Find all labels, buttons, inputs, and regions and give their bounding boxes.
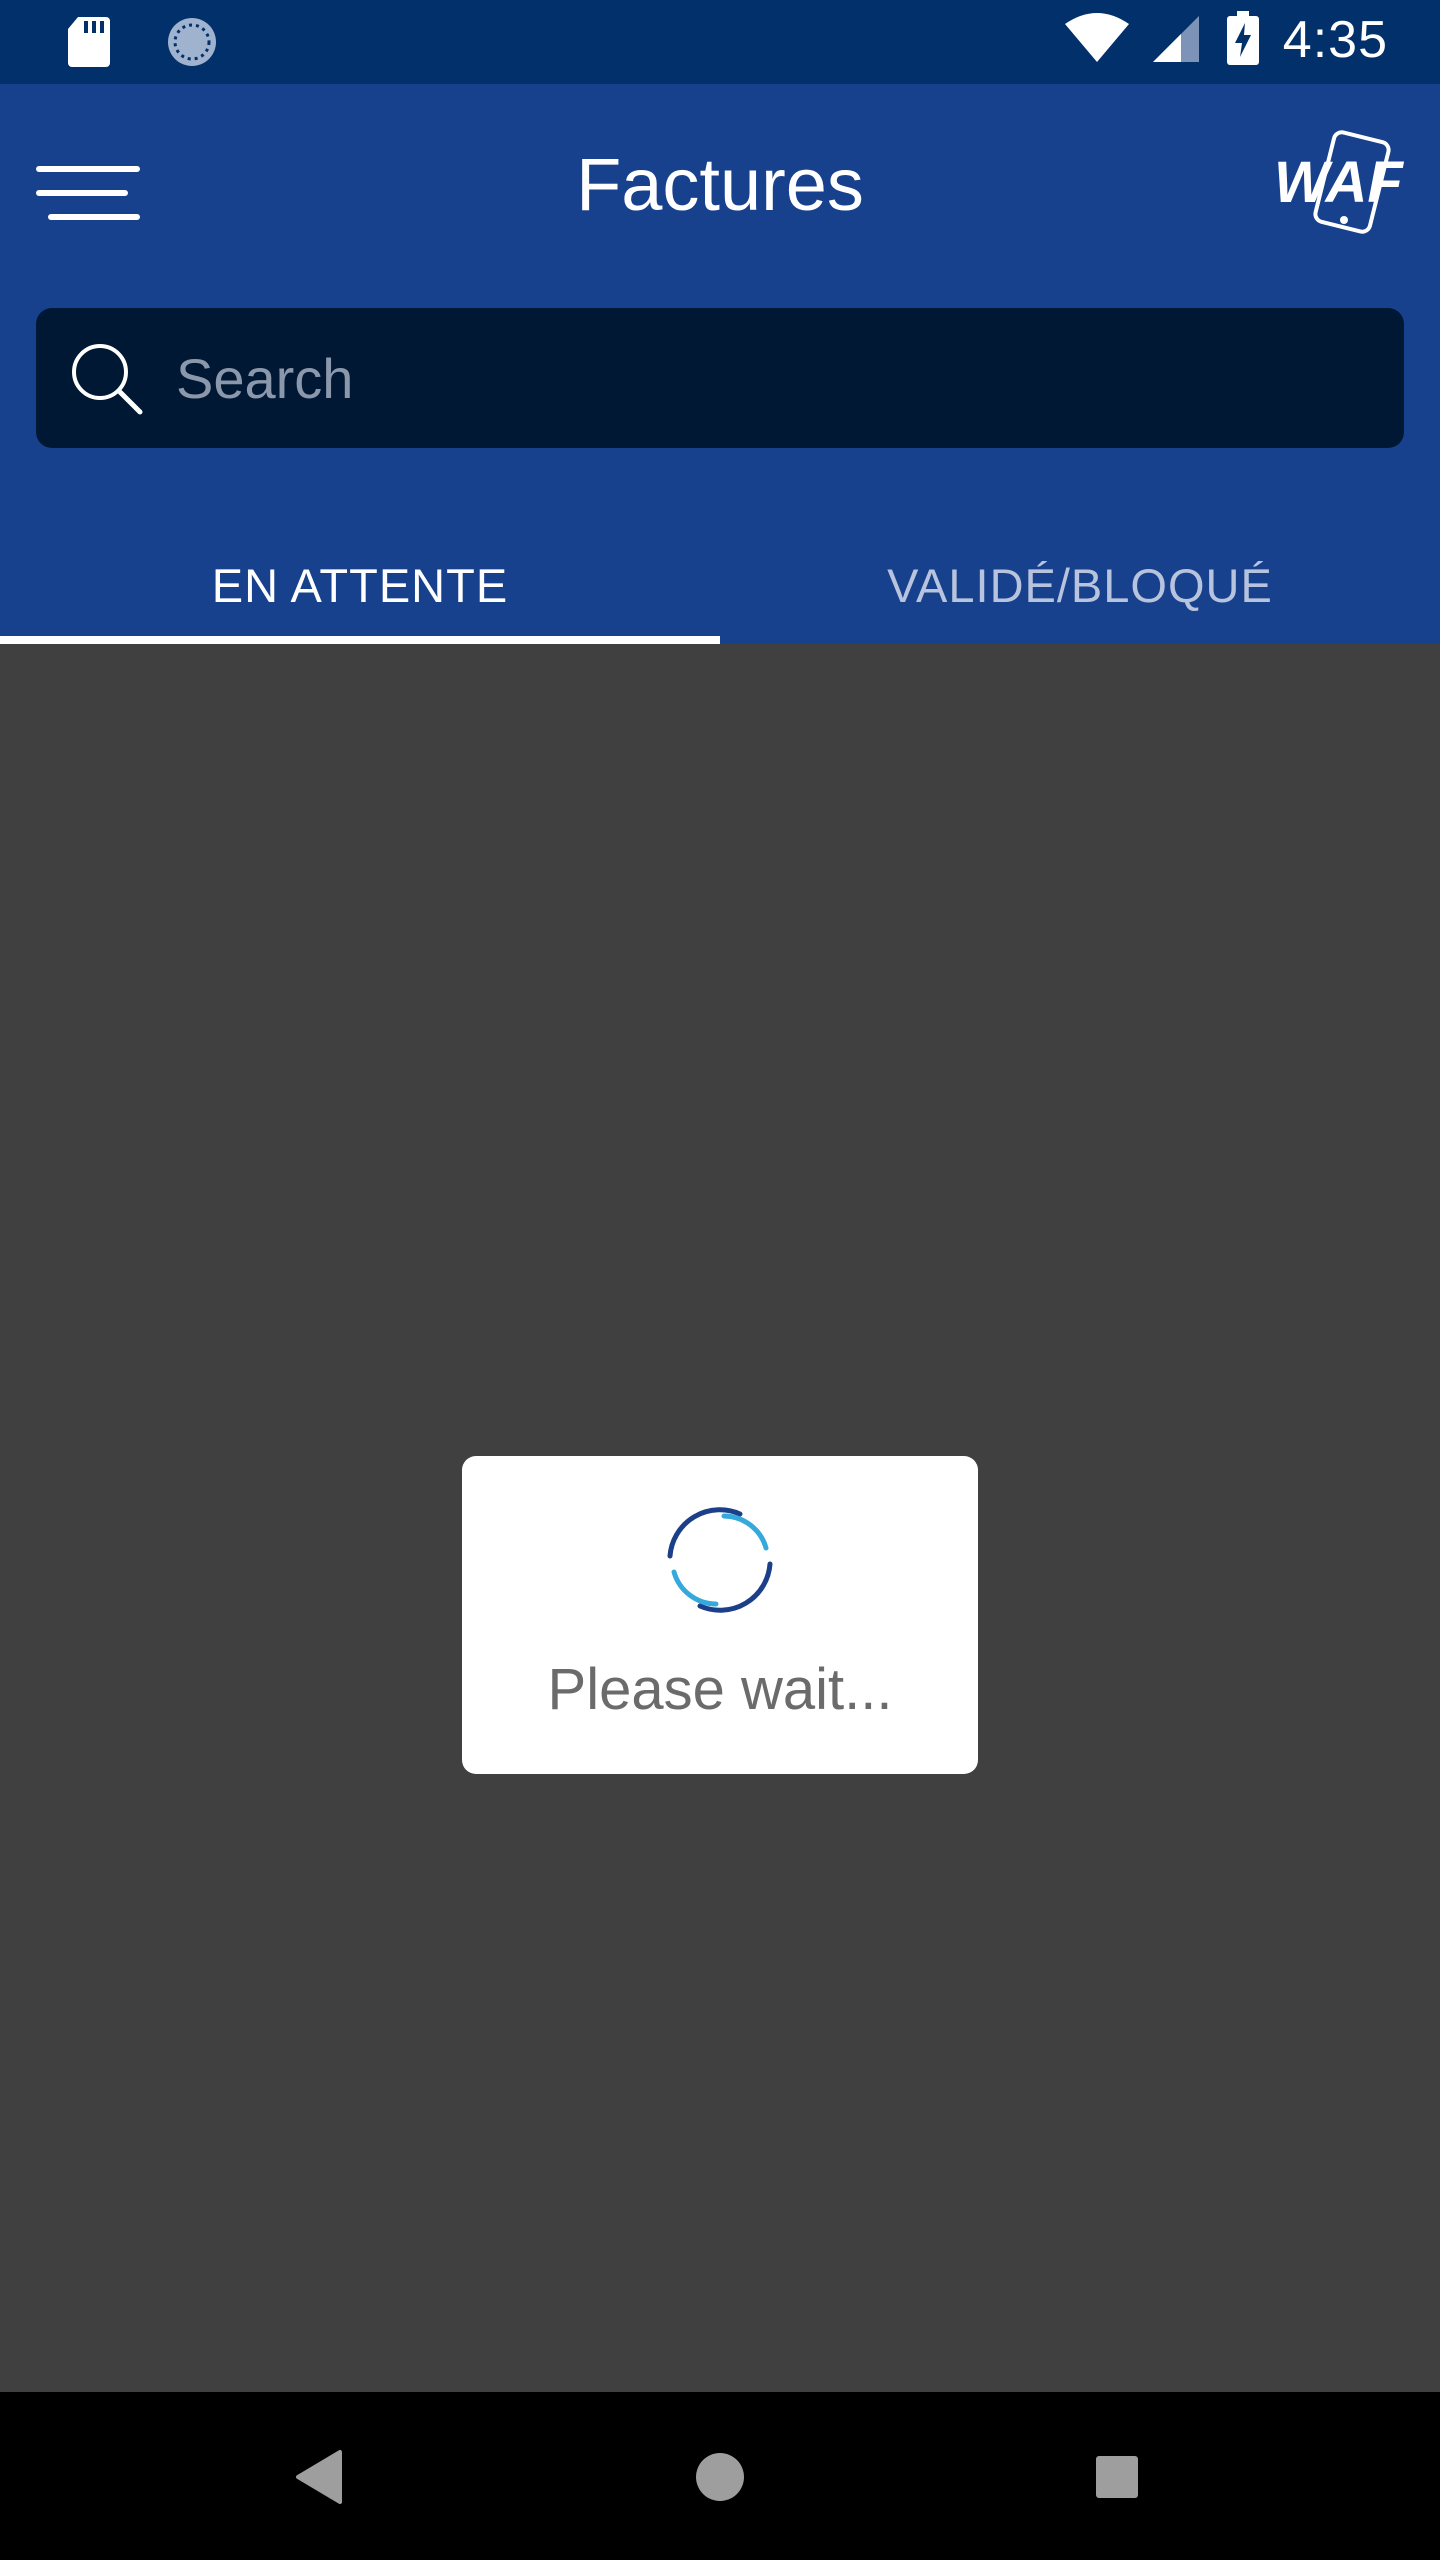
app-bar: Factures WAF EN ATTENTE VALIDÉ/BLOQUÉ bbox=[0, 84, 1440, 644]
recents-icon bbox=[1096, 2456, 1138, 2498]
wifi-icon bbox=[1064, 12, 1129, 68]
status-bar-left bbox=[68, 16, 218, 72]
battery-charging-icon bbox=[1226, 11, 1259, 69]
tab-bar: EN ATTENTE VALIDÉ/BLOQUÉ bbox=[0, 524, 1440, 644]
search-bar[interactable] bbox=[36, 308, 1404, 448]
loading-message: Please wait... bbox=[547, 1657, 893, 1722]
svg-text:WAF: WAF bbox=[1274, 150, 1404, 215]
active-tab-indicator bbox=[0, 636, 720, 644]
search-icon bbox=[72, 344, 143, 415]
sync-icon bbox=[166, 16, 218, 72]
cell-signal-icon bbox=[1152, 12, 1203, 68]
waf-logo: WAF bbox=[1270, 128, 1420, 238]
status-bar: 4:35 bbox=[0, 0, 1440, 84]
tab-en-attente[interactable]: EN ATTENTE bbox=[0, 524, 720, 644]
navigation-bar bbox=[0, 2392, 1440, 2560]
recents-button[interactable] bbox=[1072, 2432, 1162, 2522]
tab-valide-bloque[interactable]: VALIDÉ/BLOQUÉ bbox=[720, 524, 1440, 644]
status-bar-right: 4:35 bbox=[1064, 10, 1388, 70]
search-input[interactable] bbox=[174, 338, 1354, 418]
home-button[interactable] bbox=[675, 2432, 765, 2522]
home-icon bbox=[696, 2453, 744, 2501]
sd-card-icon bbox=[68, 17, 110, 71]
back-icon bbox=[296, 2450, 342, 2504]
status-time: 4:35 bbox=[1282, 11, 1388, 69]
loading-dialog: Please wait... bbox=[462, 1456, 978, 1774]
back-button[interactable] bbox=[276, 2432, 366, 2522]
loading-spinner-icon bbox=[667, 1507, 773, 1613]
page-title: Factures bbox=[576, 143, 864, 226]
